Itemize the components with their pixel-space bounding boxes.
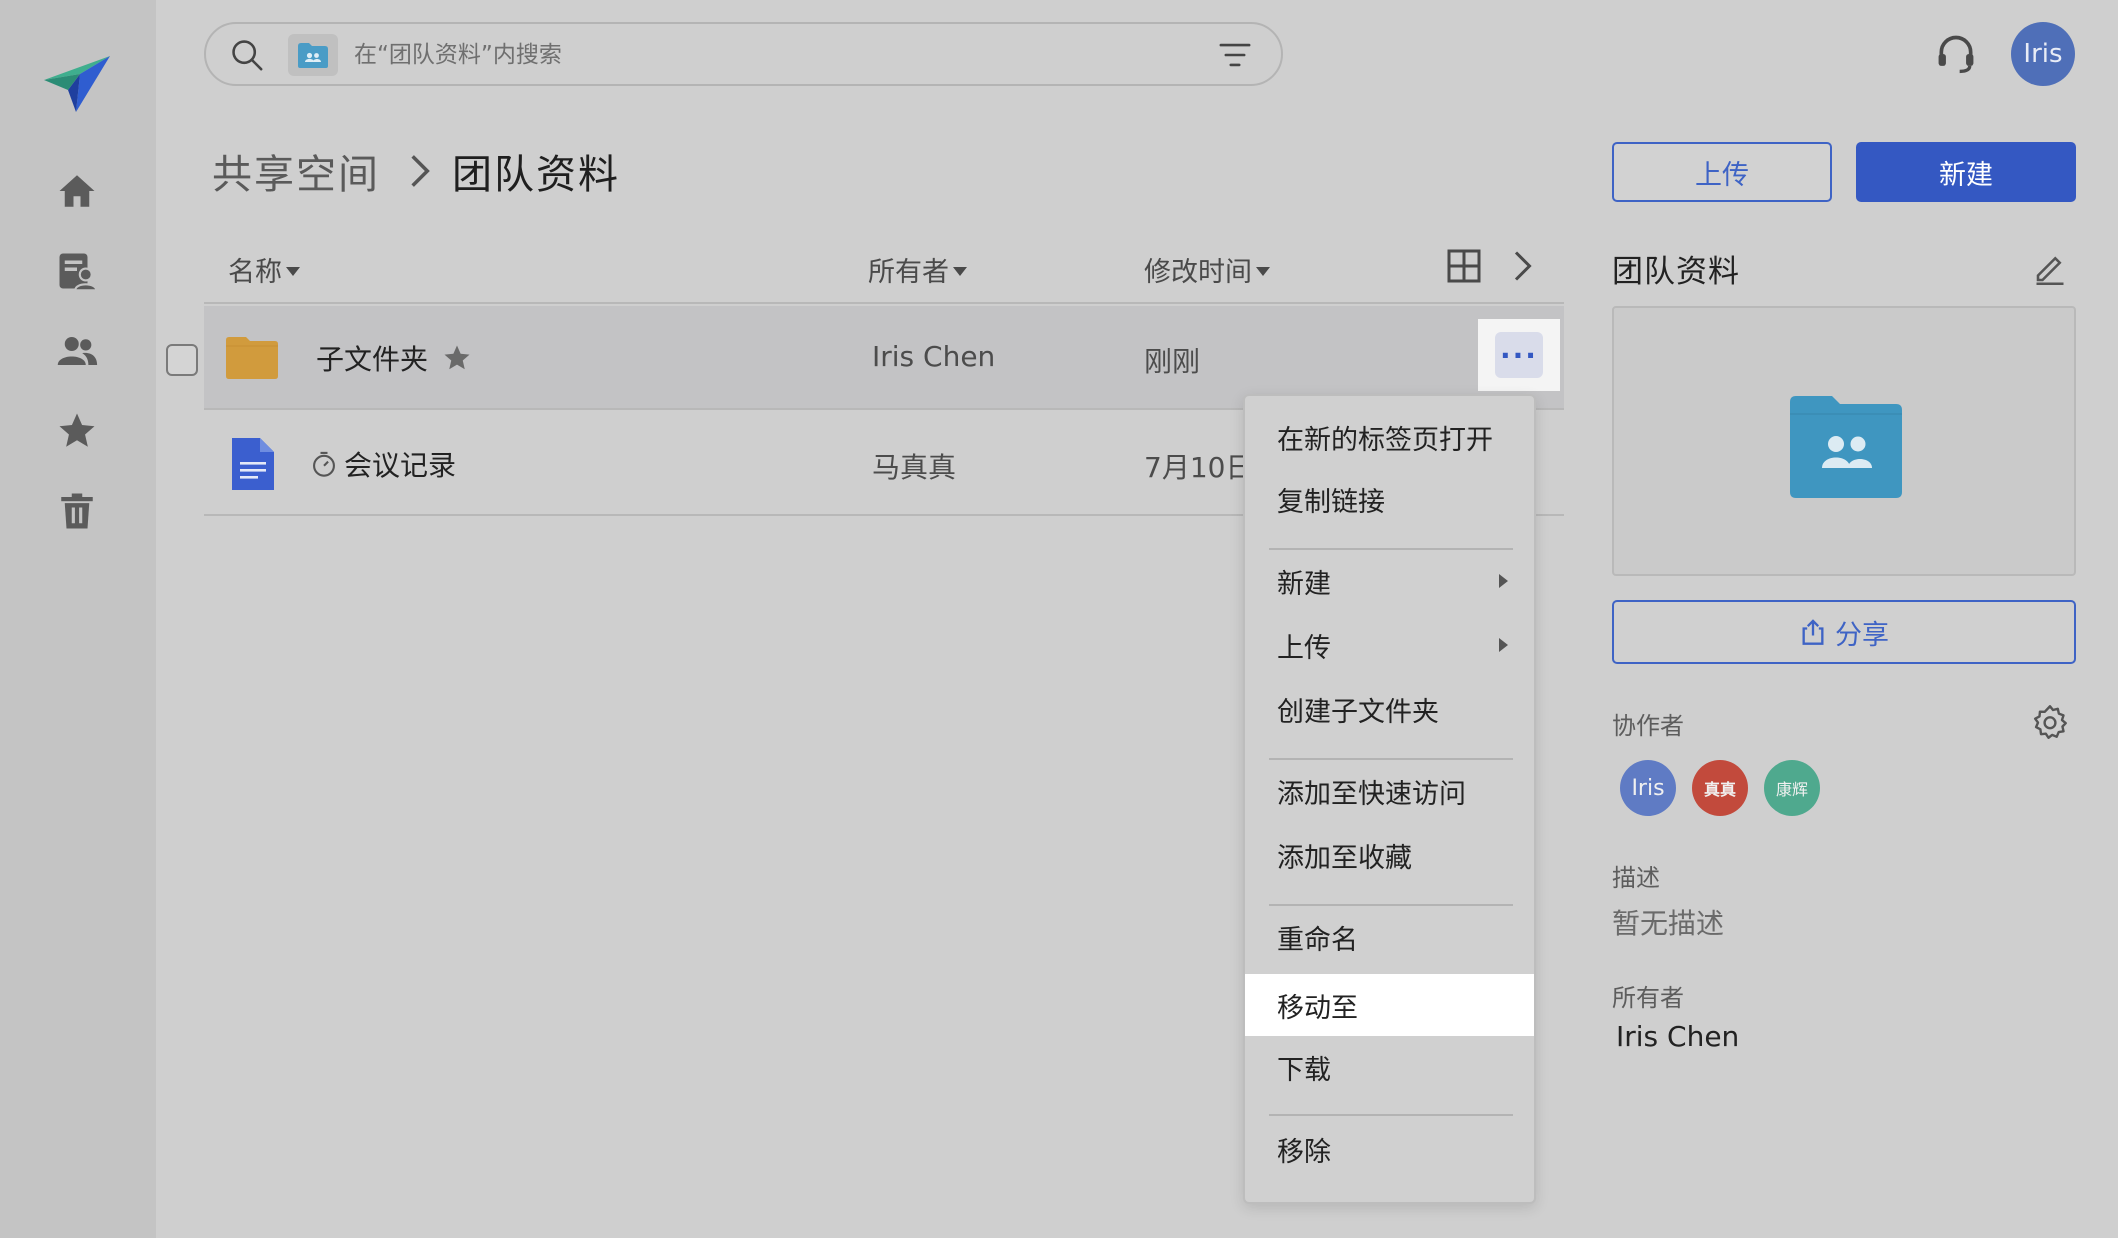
menu-divider [1269,1114,1513,1116]
column-header-name[interactable]: 名称 [228,250,300,289]
breadcrumb-root[interactable]: 共享空间 [212,142,380,200]
share-upload-icon [1802,619,1824,645]
nav-trash[interactable] [50,484,104,538]
people-icon [57,337,98,365]
trash-icon [61,493,93,529]
grid-view-icon[interactable] [1444,246,1484,286]
sort-caret-icon [286,267,300,276]
file-name[interactable]: 会议记录 [313,444,457,484]
menu-item-rename[interactable]: 重命名 [1245,906,1534,968]
menu-item-copy-link[interactable]: 复制链接 [1245,468,1534,530]
timer-icon [313,451,335,477]
menu-item-new[interactable]: 新建 [1245,550,1534,612]
nav-home[interactable] [50,164,104,218]
menu-item-move-to[interactable]: 移动至 [1245,974,1534,1036]
user-avatar[interactable]: Iris [2011,22,2075,86]
nav-shared-space[interactable] [50,324,104,378]
submenu-arrow-icon [1499,574,1508,588]
description-value: 暂无描述 [1612,907,1725,940]
menu-item-download[interactable]: 下载 [1245,1036,1534,1098]
file-name[interactable]: 子文件夹 [316,338,472,378]
column-header-modified[interactable]: 修改时间 [1144,250,1270,289]
search-scope-chip[interactable] [288,34,338,76]
new-button[interactable]: 新建 [1856,142,2076,202]
shared-folder-icon [298,43,328,68]
share-button-label: 分享 [1835,619,1889,651]
sort-caret-icon [953,267,967,276]
folder-icon [226,337,278,379]
menu-item-upload-label: 上传 [1277,632,1331,664]
share-button[interactable]: 分享 [1612,600,2076,664]
edit-pencil-icon[interactable] [2032,250,2068,286]
menu-item-open-new-tab[interactable]: 在新的标签页打开 [1245,406,1534,468]
search-icon [232,40,263,71]
star-icon [59,413,95,447]
nav-my-space[interactable] [50,244,104,298]
nav-favorites[interactable] [50,404,104,458]
filter-icon[interactable] [1217,38,1253,72]
chevron-right-icon [411,155,430,187]
upload-button[interactable]: 上传 [1612,142,1832,202]
more-horizontal-icon: ··· [1495,332,1543,378]
menu-item-new-label: 新建 [1277,568,1331,600]
collaborator-avatar[interactable]: 康辉 [1764,760,1820,816]
document-user-icon [59,253,98,292]
collaborator-avatar[interactable]: 真真 [1692,760,1748,816]
owner-value: Iris Chen [1616,1020,1740,1053]
paper-plane-logo-icon[interactable] [42,50,112,118]
chevron-right-icon[interactable] [1504,246,1540,286]
document-icon [232,438,274,490]
file-owner: 马真真 [872,451,957,484]
collaborators-label: 协作者 [1612,712,1684,740]
context-menu: 在新的标签页打开 复制链接 新建 上传 创建子文件夹 添加至快速访问 添加至收藏… [1243,394,1536,1204]
search-bar[interactable] [204,22,1283,86]
menu-item-remove[interactable]: 移除 [1245,1118,1534,1180]
breadcrumb: 共享空间 团队资料 [212,142,620,200]
file-modified: 刚刚 [1144,345,1201,378]
row-checkbox[interactable] [166,344,198,376]
file-owner: Iris Chen [872,340,996,373]
breadcrumb-current: 团队资料 [452,152,620,198]
column-header-owner[interactable]: 所有者 [868,250,967,289]
sort-caret-icon [1256,267,1270,276]
home-icon [59,175,95,207]
shared-folder-icon [1790,396,1902,498]
file-name-label: 会议记录 [344,449,457,482]
column-header-owner-label: 所有者 [868,257,949,288]
menu-item-add-quick-access[interactable]: 添加至快速访问 [1245,760,1534,822]
table-header: 名称 所有者 修改时间 [204,240,1564,304]
menu-item-add-favorites[interactable]: 添加至收藏 [1245,824,1534,886]
description-label: 描述 [1612,864,1660,892]
headset-icon[interactable] [1934,32,1978,76]
collaborator-avatar[interactable]: Iris [1620,760,1676,816]
column-header-name-label: 名称 [228,257,282,288]
star-icon[interactable] [442,343,472,373]
menu-item-upload[interactable]: 上传 [1245,614,1534,676]
column-header-modified-label: 修改时间 [1144,257,1252,288]
left-rail [0,0,156,1238]
details-title: 团队资料 [1612,254,1740,290]
submenu-arrow-icon [1499,638,1508,652]
owner-label: 所有者 [1612,984,1684,1012]
menu-item-create-subfolder[interactable]: 创建子文件夹 [1245,678,1534,740]
gear-icon[interactable] [2032,704,2068,740]
file-name-label: 子文件夹 [316,343,429,376]
folder-preview [1612,306,2076,576]
more-actions-button[interactable]: ··· [1478,319,1560,391]
file-modified: 7月10日 [1144,451,1254,484]
search-input[interactable] [354,36,1174,74]
